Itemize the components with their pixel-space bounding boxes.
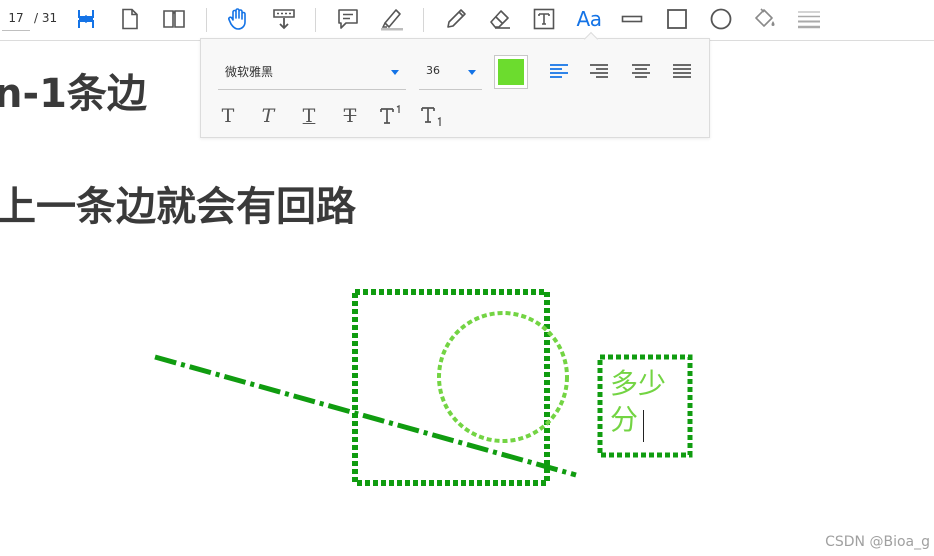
color-swatch-fill [498,59,524,85]
annotation-text-line-1: 多少 [610,367,667,400]
text-properties-popup: 微软雅黑 36 T T T T [200,38,710,138]
watermark: CSDN @Bioa_g [825,534,930,550]
font-family-value: 微软雅黑 [225,65,274,79]
plain-text-button[interactable]: T [213,102,243,130]
font-family-dropdown[interactable]: 微软雅黑 [218,57,406,90]
text-color-picker[interactable] [494,55,528,89]
justify-button[interactable] [667,57,697,85]
chevron-down-icon [391,70,399,75]
dash-dot-line-annotation[interactable] [154,354,577,478]
align-left-button[interactable] [544,57,574,85]
superscript-button[interactable] [376,102,406,130]
chevron-down-icon [468,70,476,75]
text-cursor [643,410,644,442]
italic-icon: T [261,104,275,127]
strikethrough-icon: T [343,104,357,127]
strikethrough-button[interactable]: T [335,102,365,130]
dashed-rectangle-annotation[interactable] [352,289,550,486]
font-size-dropdown[interactable]: 36 [419,57,482,90]
underline-icon: T [302,104,316,127]
font-size-value: 36 [426,64,440,77]
plain-text-icon: T [221,104,235,127]
justify-icon [673,64,691,78]
align-left-icon [550,64,568,78]
align-right-button[interactable] [584,57,614,85]
superscript-icon [380,105,400,124]
annotation-text-line-2: 分 [610,403,639,436]
underline-button[interactable]: T [294,102,324,130]
align-center-icon [632,64,650,78]
align-right-icon [590,64,608,78]
subscript-button[interactable] [417,102,447,130]
align-center-button[interactable] [626,57,656,85]
subscript-icon [421,107,441,126]
text-box-annotation[interactable]: 多少 分 [610,366,682,438]
italic-button[interactable]: T [253,102,283,130]
